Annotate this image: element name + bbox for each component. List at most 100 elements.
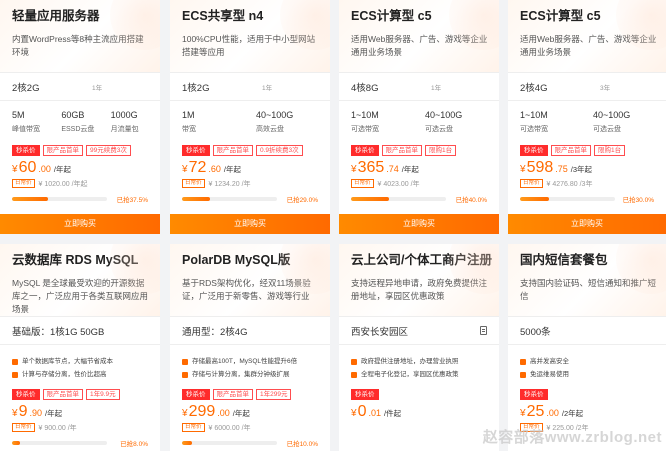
product-description: 支持国内验证码、短信通知和推广短信	[520, 278, 657, 301]
product-card[interactable]: ECS计算型 c5 适用Web服务器、广告、游戏等企业通用业务场景 4核8G 1年 1~…	[339, 0, 499, 234]
metric-item: 1M 带宽	[182, 109, 256, 145]
original-price: 日常价 ¥ 4276.80 /3年	[508, 177, 666, 190]
feature-item: 免运维易使用	[520, 368, 666, 381]
metric-label: ESSD云盘	[61, 126, 95, 133]
metric-item: 40~100G 可选云盘	[593, 109, 666, 145]
price-decimal: .00	[38, 164, 51, 174]
product-card[interactable]: ECS共享型 n4 100%CPU性能，适用于中小型网站搭建等应用 1核2G 1年 1M…	[170, 0, 330, 234]
product-title[interactable]: 轻量应用服务器	[12, 8, 152, 24]
product-title[interactable]: PolarDB MySQL版	[182, 252, 322, 268]
product-card[interactable]: 国内短信套餐包支持国内验证码、短信通知和推广短信 5000条高并发高安全 免运维易使…	[508, 244, 666, 451]
daily-price-badge: 日常价	[182, 179, 205, 188]
progress-track	[182, 441, 277, 445]
spec-selector[interactable]: 5000条	[508, 316, 666, 345]
sold-progress: 已抢37.5%	[0, 192, 160, 206]
price-integer: 299	[188, 403, 216, 420]
original-price: 日常价 ¥ 6000.00 /年	[170, 421, 330, 434]
promo-tag: 限产品首单	[381, 145, 422, 156]
spec-select[interactable]: 通用型：2核4G	[182, 324, 318, 338]
product-title[interactable]: 国内短信套餐包	[520, 252, 658, 268]
spec-select[interactable]: 基础版：1核1G 50GB	[12, 324, 148, 338]
spec-selector[interactable]: 4核8G 1年	[339, 72, 499, 101]
spec-selector[interactable]: 通用型：2核4G	[170, 316, 330, 345]
promo-tags: 秒杀价 限产品首单 1年9.9元	[0, 389, 160, 401]
product-card[interactable]: 云数据库 RDS MySQL MySQL 是全球最受欢迎的开源数据库之一，广泛应用…	[0, 244, 160, 451]
spec-value: 2核4G	[520, 82, 548, 94]
spec-select[interactable]: 5000条	[520, 324, 654, 338]
watermark: 赵容部落www.zrblog.net	[482, 429, 662, 446]
spec-duration: 3年	[600, 84, 611, 92]
product-description: 基于RDS架构优化，经双11场景验证，广泛用于新零售、游戏等行业	[182, 278, 311, 301]
buy-now-button[interactable]: 立即购买	[508, 214, 666, 234]
feature-text: 存储最高100T，MySQL性能提升6倍	[192, 358, 298, 365]
product-title[interactable]: ECS共享型 n4	[182, 8, 322, 24]
promo-tag: 限产品首单	[212, 145, 253, 156]
feature-item: 计算与存储分离，性价比超高	[12, 368, 160, 381]
spec-duration: 1年	[92, 84, 103, 92]
spec-selector[interactable]: 西安长安园区	[339, 316, 499, 345]
spec-selector[interactable]: 1核2G 1年	[170, 72, 330, 101]
price: ¥60.00/年起	[0, 157, 160, 177]
metric-item: 1000G 月流量包	[111, 109, 160, 145]
metric-value: 1~10M	[520, 110, 548, 120]
spec-metrics: 1~10M 可选带宽 40~100G 可选云盘	[339, 101, 499, 145]
metric-value: 1~10M	[351, 110, 379, 120]
price-currency: ¥	[520, 408, 526, 419]
product-description: MySQL 是全球最受欢迎的开源数据库之一，广泛应用于各类互联网应用场景	[12, 278, 149, 314]
feature-icon	[12, 371, 18, 378]
price-decimal: .01	[368, 408, 381, 418]
original-price: 日常价 ¥ 1234.20 /年	[170, 177, 330, 190]
metric-item: 60GB ESSD云盘	[61, 109, 110, 145]
price: ¥299.00/年起	[170, 401, 330, 421]
daily-price-badge: 日常价	[182, 423, 205, 432]
price-currency: ¥	[12, 164, 18, 175]
progress-fill	[182, 441, 192, 445]
sold-progress: 已抢8.0%	[0, 436, 160, 450]
product-card[interactable]: 云上公司/个体工商户注册 支持远程异地申请，政府免费提供注册地址，享园区优惠政策西…	[339, 244, 499, 451]
spec-select[interactable]: 西安长安园区	[351, 324, 487, 338]
promo-tag: 秒杀价	[351, 389, 379, 400]
feature-icon	[351, 371, 357, 378]
price-currency: ¥	[520, 164, 526, 175]
product-title[interactable]: ECS计算型 c5	[351, 8, 491, 24]
metric-label: 峰值带宽	[12, 126, 40, 133]
sold-percent: 已抢30.0%	[622, 197, 654, 204]
spec-metrics: 1M 带宽 40~100G 高效云盘	[170, 101, 330, 145]
metric-value: 5M	[12, 110, 25, 120]
product-title[interactable]: 云上公司/个体工商户注册	[351, 252, 492, 268]
feature-item: 存储最高100T，MySQL性能提升6倍	[182, 355, 330, 368]
promo-tag: 限产品首单	[212, 389, 253, 400]
promo-tag: 1年9.9元	[86, 389, 120, 400]
sold-percent: 已抢37.5%	[116, 197, 148, 204]
price-integer: 25	[526, 403, 545, 420]
feature-item: 存储与计算分离，集群分钟级扩展	[182, 368, 330, 381]
product-card[interactable]: 轻量应用服务器 内置WordPress等8种主流应用搭建环境 2核2G 1年 5M 峰值带…	[0, 0, 160, 234]
card-header: 云数据库 RDS MySQL MySQL 是全球最受欢迎的开源数据库之一，广泛应用…	[0, 244, 160, 316]
sold-progress: 已抢29.0%	[170, 192, 330, 206]
product-card[interactable]: PolarDB MySQL版基于RDS架构优化，经双11场景验证，广泛用于新零售…	[170, 244, 330, 451]
progress-fill	[182, 197, 210, 201]
spec-selector[interactable]: 基础版：1核1G 50GB	[0, 316, 160, 345]
progress-fill	[520, 197, 549, 201]
daily-price-badge: 日常价	[12, 423, 35, 432]
spec-selector[interactable]: 2核4G 3年	[508, 72, 666, 101]
metric-item: 5M 峰值带宽	[12, 109, 61, 145]
product-title[interactable]: ECS计算型 c5	[520, 8, 658, 24]
price-unit: /年起	[232, 409, 250, 418]
sold-progress: 已抢30.0%	[508, 192, 666, 206]
promo-tags: 秒杀价 限产品首单 99元续费3次	[0, 145, 160, 157]
product-title[interactable]: 云数据库 RDS MySQL	[12, 252, 152, 268]
spec-value: 1核2G	[182, 82, 210, 94]
feature-list: 政府提供注册地址，办理营业执照 全程电子化登记，享园区优惠政策	[339, 345, 499, 389]
original-price-text: ¥ 4276.80 /3年	[546, 180, 593, 188]
buy-now-button[interactable]: 立即购买	[0, 214, 160, 234]
product-card[interactable]: ECS计算型 c5 适用Web服务器、广告、游戏等企业通用业务场景 2核4G 3年 1~…	[508, 0, 666, 234]
feature-list: 高并发高安全 免运维易使用	[508, 345, 666, 389]
metric-label: 可选云盘	[593, 126, 621, 133]
buy-now-button[interactable]: 立即购买	[170, 214, 330, 234]
document-icon[interactable]	[480, 326, 487, 335]
buy-now-button[interactable]: 立即购买	[339, 214, 499, 234]
spec-selector[interactable]: 2核2G 1年	[0, 72, 160, 101]
spec-duration: 1年	[431, 84, 442, 92]
feature-item: 政府提供注册地址，办理营业执照	[351, 355, 499, 368]
